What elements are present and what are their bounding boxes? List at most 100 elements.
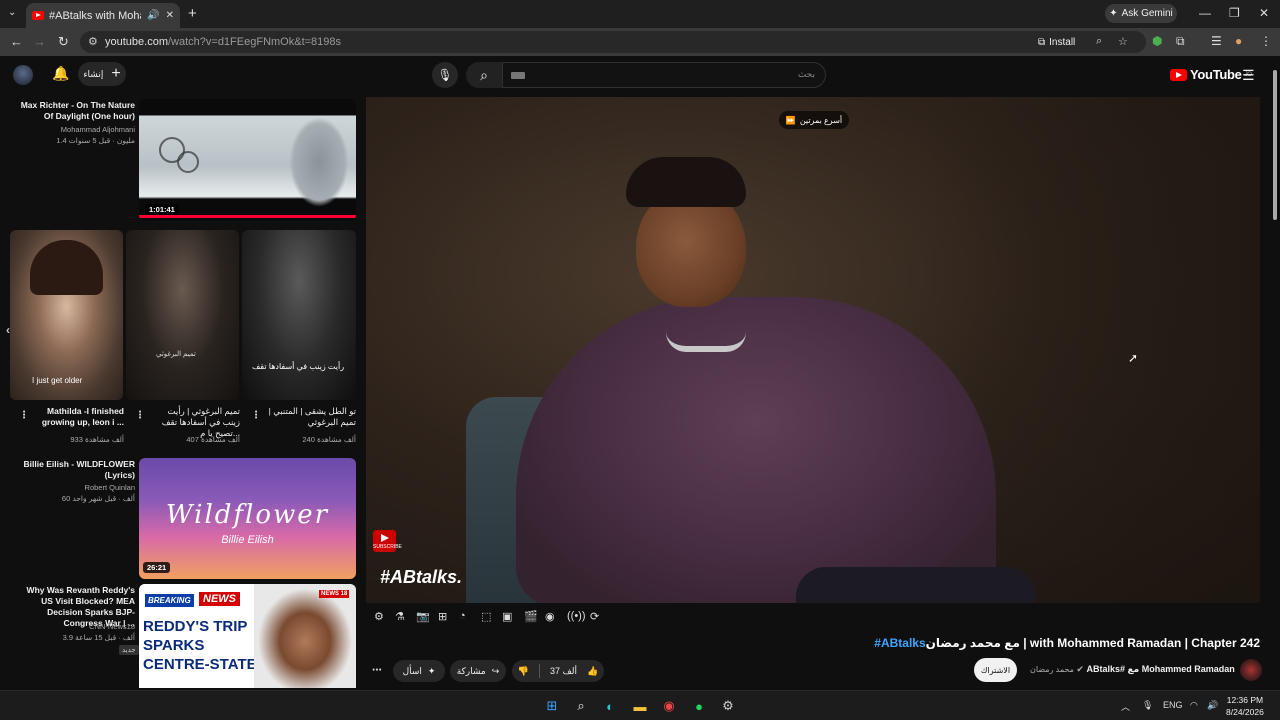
- microphone-icon[interactable]: 🎙: [1142, 700, 1153, 711]
- short-meta-3: 240 ألف مشاهدة: [302, 435, 356, 444]
- ask-ai-button[interactable]: اسأل ✦: [393, 660, 445, 682]
- loop-icon[interactable]: ⟳: [590, 610, 599, 623]
- minimize-button[interactable]: —: [1199, 6, 1211, 20]
- youtube-logo[interactable]: YouTube JO: [1170, 67, 1252, 82]
- more-actions-icon[interactable]: ⋮: [19, 410, 29, 421]
- voice-search-mic-icon[interactable]: 🎙: [432, 62, 458, 88]
- channel-name[interactable]: ABtalks# مع Mohammed Ramadan: [1086, 664, 1234, 674]
- short-thumbnail-2[interactable]: تميم البرغوثي: [126, 230, 239, 400]
- tab-title: #ABtalks with Mohammed: [49, 9, 141, 22]
- search-icon: ⌕: [480, 66, 488, 83]
- extensions-puzzle-icon[interactable]: ⧉: [1176, 34, 1185, 49]
- subscribe-button[interactable]: الاشتراك: [974, 658, 1017, 682]
- speaker-icon[interactable]: 🔊: [147, 10, 159, 21]
- picture-in-picture-icon[interactable]: ▣: [502, 610, 512, 623]
- browser-tab-active[interactable]: #ABtalks with Mohammed 🔊 ✕: [26, 3, 180, 28]
- rec-channel[interactable]: Robert Quinlan: [14, 483, 135, 493]
- file-explorer-icon[interactable]: ▬: [631, 697, 649, 715]
- more-actions-icon[interactable]: ⋮: [135, 410, 145, 421]
- page-scrollbar[interactable]: [1270, 56, 1280, 690]
- youtube-header: 🔔 إنشاء + 🎙 ⌕ بحث YouTube JO ☰: [0, 56, 1270, 94]
- channel-avatar[interactable]: [1240, 659, 1262, 681]
- channel-info[interactable]: محمد رمضان ✔ ABtalks# مع Mohammed Ramada…: [1030, 664, 1235, 675]
- share-button[interactable]: مشاركة ↪: [450, 660, 506, 682]
- search-input[interactable]: بحث: [502, 62, 826, 88]
- notifications-bell-icon[interactable]: 🔔: [52, 65, 69, 82]
- tray-overflow-chevron-icon[interactable]: ︿: [1121, 700, 1130, 713]
- profile-avatar-icon[interactable]: ●: [1235, 34, 1242, 48]
- forward-arrow-icon[interactable]: →: [33, 34, 46, 49]
- bookmark-star-icon[interactable]: ☆: [1118, 35, 1128, 48]
- close-tab-icon[interactable]: ✕: [166, 10, 174, 21]
- edge-browser-icon[interactable]: ◐: [601, 697, 619, 715]
- more-actions-icon[interactable]: ⋯: [372, 665, 382, 676]
- ask-gemini-button[interactable]: ✦ Ask Gemini: [1105, 4, 1177, 23]
- video-title-hashtag[interactable]: #ABtalks: [874, 636, 925, 650]
- taskbar-search-icon[interactable]: ⌕: [572, 697, 590, 715]
- guide-menu-icon[interactable]: ☰: [1242, 67, 1255, 84]
- close-window-button[interactable]: ✕: [1259, 6, 1269, 20]
- taskbar-clock[interactable]: 12:36 PM 8/24/2026: [1226, 694, 1264, 718]
- wifi-icon[interactable]: ◠: [1190, 700, 1198, 711]
- search-button[interactable]: ⌕: [466, 62, 502, 88]
- like-count: 37 ألف: [549, 665, 578, 676]
- person-hair: [626, 157, 746, 207]
- add-screen-icon[interactable]: ⊞: [438, 610, 447, 623]
- rec-channel[interactable]: Mohammad Aljohmani: [14, 125, 135, 135]
- rec-meta: 1.4 مليون · قبل 5 سنوات: [56, 136, 135, 145]
- clock-date: 8/24/2026: [1226, 707, 1264, 717]
- extension-shield-icon[interactable]: ⬢: [1152, 34, 1162, 48]
- more-actions-icon[interactable]: ⋮: [251, 410, 261, 421]
- zoom-icon[interactable]: ⌕: [1096, 35, 1102, 48]
- video-player[interactable]: ⏩ أسرع بمرتين SUBSCRIBE #ABtalks. ➚: [366, 97, 1260, 603]
- settings-gear-icon[interactable]: ⚙: [374, 610, 384, 623]
- install-app-button[interactable]: ⧉ Install: [1038, 34, 1096, 50]
- clapperboard-icon[interactable]: 🎬: [524, 610, 538, 623]
- youtube-play-logo-icon: [1170, 68, 1187, 81]
- camera-icon[interactable]: 📷: [416, 610, 430, 623]
- short-title-3[interactable]: تو الطل يشقى | المتنبي | تميم البرغوثي: [266, 406, 356, 428]
- screen-eye-icon[interactable]: ◉: [545, 610, 555, 623]
- install-icon: ⧉: [1038, 36, 1046, 48]
- chrome-menu-icon[interactable]: ⋮: [1260, 34, 1272, 48]
- short-title-1[interactable]: Mathilda -I finished growing up, leon i …: [36, 406, 124, 428]
- rec-thumbnail[interactable]: Wildflower Billie Eilish 26:21: [139, 458, 356, 579]
- shorts-prev-arrow-icon[interactable]: ‹: [6, 323, 10, 337]
- language-indicator[interactable]: ENG: [1163, 700, 1183, 710]
- rec-channel[interactable]: CNN-News18: [14, 622, 135, 632]
- divider: [538, 664, 540, 678]
- rec-thumbnail[interactable]: 1:01:41: [139, 99, 356, 221]
- site-info-icon[interactable]: ⚙: [88, 35, 98, 48]
- spotify-icon[interactable]: ●: [690, 697, 708, 715]
- chrome-icon[interactable]: ◉: [660, 697, 678, 715]
- windows-start-icon[interactable]: ⊞: [543, 697, 561, 715]
- scrollbar-thumb[interactable]: [1273, 70, 1277, 220]
- thumb-headline: REDDY'S TRIP: [143, 618, 248, 635]
- short-thumbnail-1[interactable]: I just get older: [10, 230, 123, 400]
- dislike-button-icon[interactable]: 👎: [518, 666, 529, 677]
- like-button-icon[interactable]: 👍: [587, 666, 598, 677]
- sparkle-icon: ✦: [427, 665, 436, 676]
- flask-icon[interactable]: ⚗: [395, 610, 405, 623]
- short-thumbnail-3[interactable]: رأيت زينب في أسفادها تقف: [242, 230, 356, 400]
- maximize-button[interactable]: ❐: [1229, 6, 1240, 20]
- account-avatar[interactable]: [13, 65, 33, 85]
- subscribe-watermark-badge[interactable]: SUBSCRIBE: [373, 530, 402, 552]
- new-tab-button[interactable]: +: [188, 5, 197, 22]
- rec-thumbnail[interactable]: BREAKING NEWS REDDY'S TRIP SPARKS CENTRE…: [139, 584, 356, 688]
- broadcast-icon[interactable]: ((•)): [567, 610, 586, 622]
- back-arrow-icon[interactable]: ←: [10, 34, 23, 49]
- reload-icon[interactable]: ↻: [58, 34, 69, 50]
- frame-icon[interactable]: ⬚: [481, 610, 491, 623]
- app-icon[interactable]: ⚙: [719, 697, 737, 715]
- address-bar[interactable]: ⚙ youtube.com/watch?v=d1FEegFNmOk&t=8198…: [80, 31, 1146, 53]
- tab-search-icon[interactable]: ⌄: [8, 7, 16, 18]
- ask-label: اسأل: [402, 665, 422, 676]
- rec-title[interactable]: Max Richter - On The Nature Of Daylight …: [14, 100, 135, 122]
- rec-title[interactable]: Billie Eilish - WILDFLOWER (Lyrics): [14, 459, 135, 481]
- create-button[interactable]: إنشاء +: [78, 62, 126, 86]
- volume-icon[interactable]: 🔊: [1207, 700, 1218, 711]
- keyboard-icon[interactable]: [511, 72, 525, 79]
- speedometer-icon[interactable]: ◔: [459, 610, 466, 622]
- media-controls-icon[interactable]: ☰: [1211, 34, 1222, 48]
